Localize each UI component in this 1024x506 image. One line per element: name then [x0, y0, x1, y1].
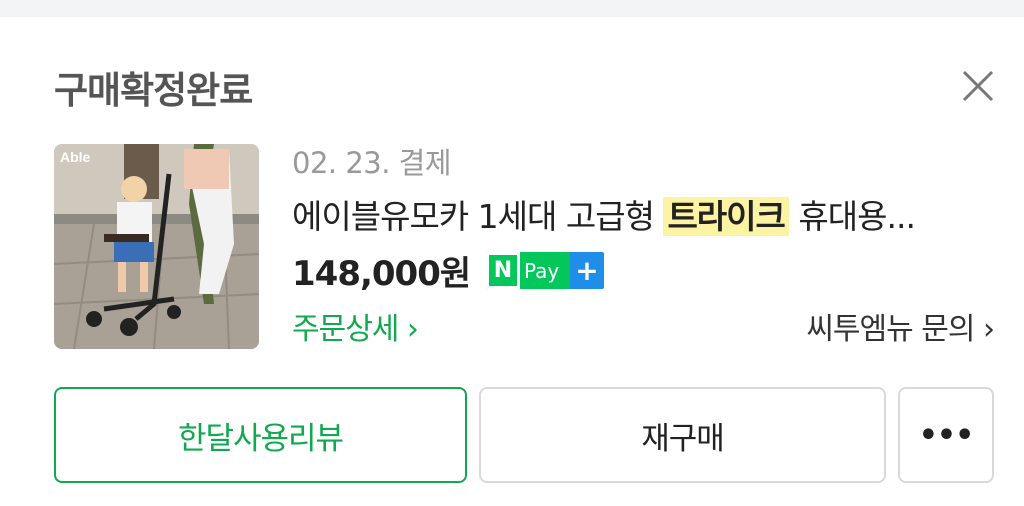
order-date: 02. 23. 결제 [292, 146, 452, 180]
product-thumbnail[interactable]: Able [54, 144, 259, 349]
npay-plus-icon: + [570, 252, 604, 289]
rebuy-button[interactable]: 재구매 [479, 387, 886, 483]
order-price: 148,000원 [292, 254, 471, 294]
product-name[interactable]: 에이블유모카 1세대 고급형 트라이크 휴대용... [292, 190, 992, 238]
npay-plus-badge: N Pay + [486, 252, 604, 289]
order-status-title: 구매확정완료 [54, 69, 253, 112]
npay-n-mark: N [486, 252, 520, 289]
seller-inquiry-link[interactable]: 씨투엠뉴 문의 › [806, 304, 995, 348]
close-icon [962, 70, 994, 102]
close-button[interactable] [958, 66, 998, 106]
more-button[interactable]: ••• [898, 387, 994, 483]
product-name-prefix: 에이블유모카 1세대 고급형 [292, 197, 664, 236]
order-detail-link[interactable]: 주문상세 › [292, 304, 419, 348]
top-divider [0, 0, 1024, 17]
review-button[interactable]: 한달사용리뷰 [54, 387, 467, 483]
thumbnail-brand: Able [60, 149, 91, 165]
more-icon: ••• [918, 417, 975, 453]
product-name-suffix: 휴대용... [788, 197, 916, 236]
product-name-highlight: 트라이크 [663, 197, 789, 236]
npay-label: Pay [520, 252, 570, 289]
